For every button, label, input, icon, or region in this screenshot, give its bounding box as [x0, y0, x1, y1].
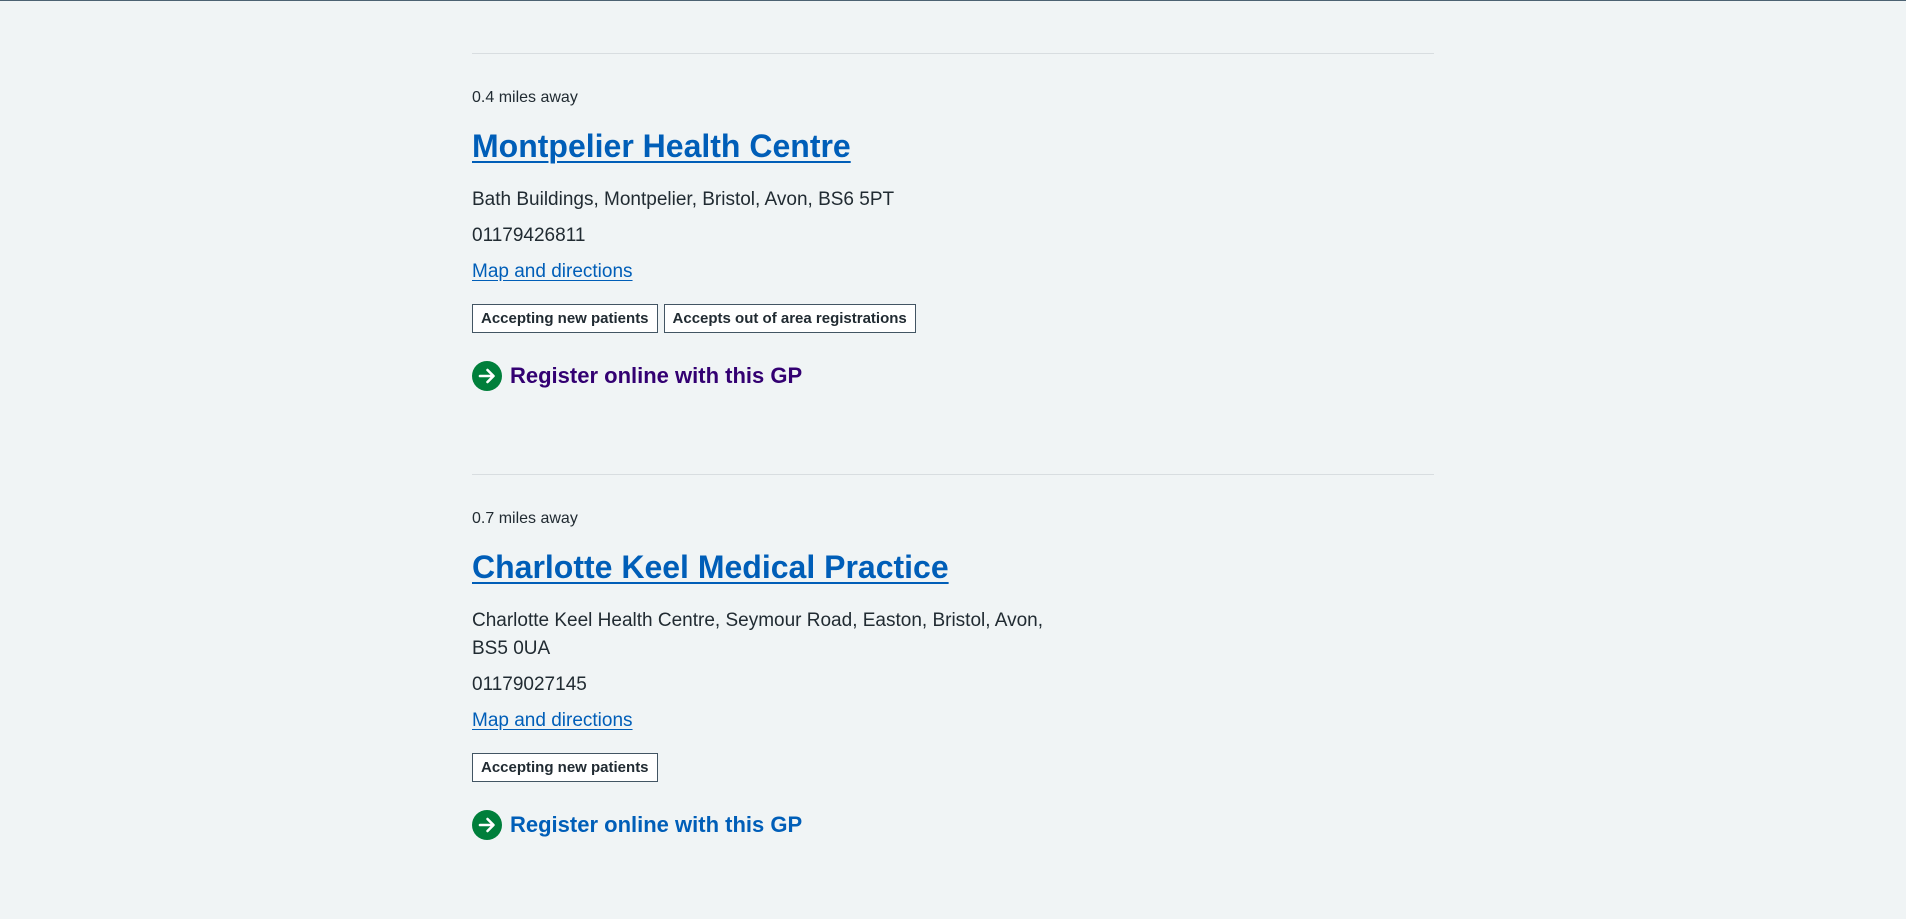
register-online-label: Register online with this GP — [510, 812, 803, 837]
map-and-directions-link[interactable]: Map and directions — [472, 258, 633, 286]
gp-result: 0.4 miles away Montpelier Health Centre … — [472, 53, 1434, 474]
distance-text: 0.4 miles away — [472, 89, 578, 106]
phone-number: 01179027145 — [472, 674, 587, 695]
practice-name-link[interactable]: Montpelier Health Centre — [472, 126, 851, 166]
status-tag: Accepting new patients — [472, 304, 658, 333]
arrow-right-circle-icon — [472, 810, 502, 840]
phone-number: 01179426811 — [472, 225, 586, 246]
status-tags: Accepting new patients Accepts out of ar… — [472, 304, 1434, 333]
top-border — [0, 0, 1906, 1]
address-text: Bath Buildings, Montpelier, Bristol, Avo… — [472, 189, 895, 210]
status-tag: Accepting new patients — [472, 753, 658, 782]
map-and-directions-link[interactable]: Map and directions — [472, 707, 633, 735]
status-tag: Accepts out of area registrations — [663, 304, 916, 333]
gp-result: 0.7 miles away Charlotte Keel Medical Pr… — [472, 474, 1434, 840]
distance-text: 0.7 miles away — [472, 510, 578, 527]
register-online-link[interactable]: Register online with this GP — [472, 810, 1434, 840]
status-tags: Accepting new patients — [472, 753, 1434, 782]
address-text: Charlotte Keel Health Centre, Seymour Ro… — [472, 610, 1044, 659]
register-online-label: Register online with this GP — [510, 363, 803, 388]
arrow-right-circle-icon — [472, 361, 502, 391]
practice-name-link[interactable]: Charlotte Keel Medical Practice — [472, 547, 949, 587]
gp-results-list: 0.4 miles away Montpelier Health Centre … — [472, 53, 1434, 840]
register-online-link[interactable]: Register online with this GP — [472, 361, 1434, 391]
